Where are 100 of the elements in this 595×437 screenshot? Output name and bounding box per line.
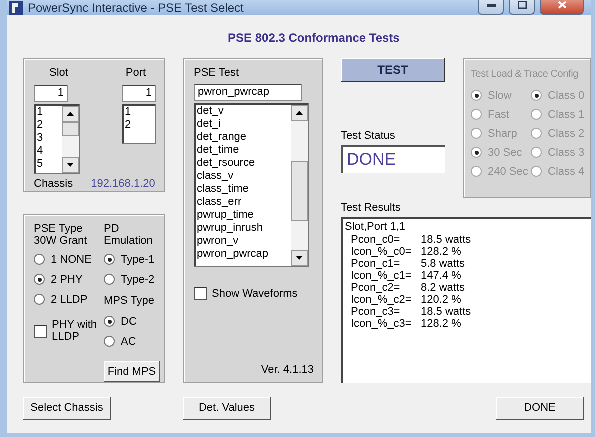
radio-label: Class 2 — [548, 128, 585, 140]
list-item[interactable]: 1 — [125, 106, 155, 119]
list-item[interactable]: class_err — [197, 196, 291, 209]
radio-label: Fast — [488, 108, 510, 120]
test-status-label: Test Status — [341, 130, 396, 142]
list-item[interactable]: 4 — [37, 145, 62, 158]
config-title: Test Load & Trace Config — [471, 69, 580, 80]
list-item[interactable]: det_i — [197, 118, 291, 131]
list-item[interactable]: pwrup_time — [197, 209, 291, 222]
scroll-up-button[interactable] — [62, 106, 79, 122]
radio-label: 2 LLDP — [51, 294, 88, 306]
radio-button[interactable] — [34, 294, 45, 305]
checkbox[interactable]: PHY with LLDP — [34, 319, 104, 343]
list-item[interactable]: det_time — [197, 144, 291, 157]
radio-label: Sharp — [488, 128, 518, 140]
port-list[interactable]: 1 2 — [122, 104, 156, 144]
list-item[interactable]: pwron_pwrcap — [197, 248, 291, 261]
close-icon — [558, 1, 566, 9]
list-item[interactable]: class_v — [197, 170, 291, 183]
scroll-thumb[interactable] — [291, 161, 308, 221]
list-item[interactable]: pwron_v — [197, 235, 291, 248]
result-name: Icon_%_c1= — [351, 270, 413, 282]
chassis-address: 192.168.1.20 — [91, 178, 156, 191]
result-value: 18.5 watts — [421, 234, 472, 246]
port-field[interactable]: 1 — [122, 85, 156, 102]
radio-button[interactable] — [34, 254, 45, 265]
maximize-button[interactable] — [509, 0, 535, 14]
list-item[interactable]: 2 — [125, 119, 155, 132]
radio-button[interactable] — [34, 274, 45, 285]
slot-field[interactable]: 1 — [34, 85, 68, 102]
scroll-up-button[interactable] — [291, 105, 308, 121]
result-name: Icon_%_c0= — [351, 246, 413, 258]
checkbox-label: PHY with LLDP — [52, 319, 98, 343]
list-item[interactable]: det_range — [197, 131, 291, 144]
result-value: 128.2 % — [421, 318, 462, 330]
scrollbar[interactable] — [291, 105, 308, 266]
list-item[interactable]: 5 — [37, 158, 62, 171]
pse-test-label: PSE Test — [194, 67, 240, 79]
result-name: Pcon_c0= — [351, 234, 402, 246]
radio-label: Class 1 — [548, 108, 585, 120]
result-name: Icon_%_c2= — [351, 294, 413, 306]
scroll-down-button[interactable] — [62, 157, 79, 173]
pse-test-list[interactable]: det_v det_i det_range det_time det_rsource class_v class_time class_err pwrup_time pwrup_inrush pwron_v pwron_pwrcap — [194, 103, 309, 267]
result-value: 18.5 watts — [421, 306, 472, 318]
list-item[interactable]: det_rsource — [197, 157, 291, 170]
footer-button[interactable]: DONE — [496, 396, 584, 420]
scroll-down-button[interactable] — [291, 250, 308, 266]
test-button[interactable]: TEST — [341, 58, 445, 82]
result-name: Pcon_c3= — [351, 306, 402, 318]
slot-list[interactable]: 1 2 3 4 5 — [34, 104, 80, 174]
radio-label: 30 Sec — [488, 146, 522, 158]
radio-button[interactable] — [104, 274, 115, 285]
test-results-label: Test Results — [341, 202, 402, 214]
down-arrow-icon — [296, 256, 303, 260]
slot-label: Slot — [48, 67, 70, 79]
group-label: PSE Type 30W Grant — [34, 223, 88, 247]
result-name: Icon_%_c3= — [351, 318, 413, 330]
chassis-label: Chassis — [34, 178, 74, 191]
list-item[interactable]: 1 — [37, 106, 62, 119]
test-status-field: DONE — [341, 145, 445, 173]
radio-label: Type-1 — [121, 254, 155, 266]
results-header: Slot,Port 1,1 — [345, 221, 407, 234]
up-arrow-icon — [296, 111, 303, 115]
radio-label: Type-2 — [121, 274, 155, 286]
list-item[interactable]: pwrup_inrush — [197, 222, 291, 235]
result-value: 8.2 watts — [421, 282, 466, 294]
scrollbar[interactable] — [62, 106, 79, 173]
radio-label: AC — [121, 336, 136, 348]
radio-button[interactable] — [104, 254, 115, 265]
list-item[interactable]: det_v — [197, 105, 291, 118]
result-value: 128.2 % — [421, 246, 462, 258]
scroll-thumb[interactable] — [62, 122, 79, 136]
result-value: 5.8 watts — [421, 258, 466, 270]
window-title: PowerSync Interactive - PSE Test Select — [28, 0, 245, 14]
checkbox[interactable]: Show Waveforms — [194, 287, 322, 300]
result-name: Pcon_c2= — [351, 282, 402, 294]
radio-label: Class 0 — [548, 90, 585, 102]
list-item[interactable]: 3 — [37, 132, 62, 145]
up-arrow-icon — [67, 112, 74, 116]
list-item[interactable]: class_time — [197, 183, 291, 196]
radio-button[interactable] — [104, 316, 115, 327]
radio-button[interactable] — [104, 336, 115, 347]
port-label: Port — [124, 67, 148, 79]
radio-label: 240 Sec — [488, 166, 528, 178]
result-value: 120.2 % — [421, 294, 462, 306]
list-item[interactable]: 2 — [37, 119, 62, 132]
footer-button[interactable]: Select Chassis — [23, 396, 111, 420]
find-mps-button[interactable]: Find MPS — [104, 361, 160, 382]
pse-test-field[interactable]: pwron_pwrcap — [194, 84, 302, 101]
radio-label: Slow — [488, 90, 512, 102]
footer-button[interactable]: Det. Values — [183, 396, 271, 420]
radio-label: DC — [121, 316, 137, 328]
checkbox-label: Show Waveforms — [212, 288, 298, 300]
radio-label: 1 NONE — [51, 254, 92, 266]
close-button[interactable] — [540, 0, 584, 14]
down-arrow-icon — [67, 163, 74, 167]
page-heading: PSE 802.3 Conformance Tests — [228, 31, 400, 45]
minimize-button[interactable] — [478, 0, 504, 14]
result-value: 147.4 % — [421, 270, 462, 282]
radio-label: 2 PHY — [51, 274, 83, 286]
